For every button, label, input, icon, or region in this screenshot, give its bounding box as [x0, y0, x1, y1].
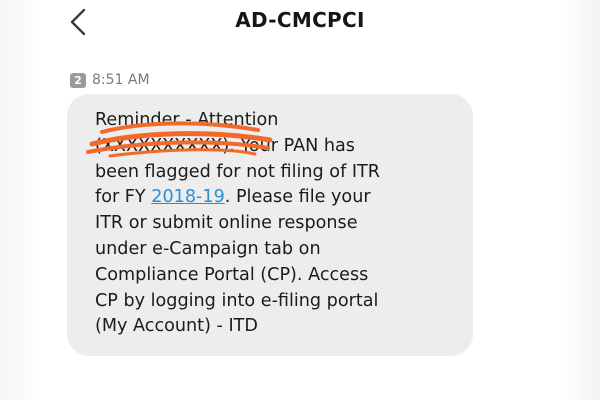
sms-conversation-screen: AD-CMCPCI 2 8:51 AM Reminder - Attention… — [0, 0, 600, 400]
message-line-text: . Your PAN has — [229, 135, 355, 156]
message-line: (XXXXXXXXXX). Your PAN has — [95, 134, 455, 160]
year-link[interactable]: 2018-19 — [151, 187, 225, 207]
message-line-text: . Please file your — [224, 187, 371, 208]
message-timestamp: 8:51 AM — [92, 72, 150, 88]
masked-pan-number: (XXXXXXXXXX) — [95, 135, 230, 156]
message-line: ITR or submit online response — [95, 213, 358, 234]
message-line: under e-Campaign tab on — [95, 238, 321, 259]
message-meta: 2 8:51 AM — [70, 72, 150, 88]
message-line: CP by logging into e-filing portal — [95, 290, 379, 311]
message-text: Reminder - Attention (XXXXXXXXXX). Your … — [95, 108, 455, 340]
message-line: Reminder - Attention — [95, 110, 279, 130]
message-line: for FY 2018-19. Please file your — [95, 185, 455, 211]
message-line: (My Account) - ITD — [95, 316, 258, 337]
message-line: been flagged for not filing of ITR — [95, 161, 381, 182]
sim-slot-badge: 2 — [70, 72, 86, 88]
message-line: Compliance Portal (CP). Access — [95, 264, 369, 285]
message-line-text: for FY — [95, 187, 152, 208]
conversation-title: AD-CMCPCI — [235, 8, 365, 32]
